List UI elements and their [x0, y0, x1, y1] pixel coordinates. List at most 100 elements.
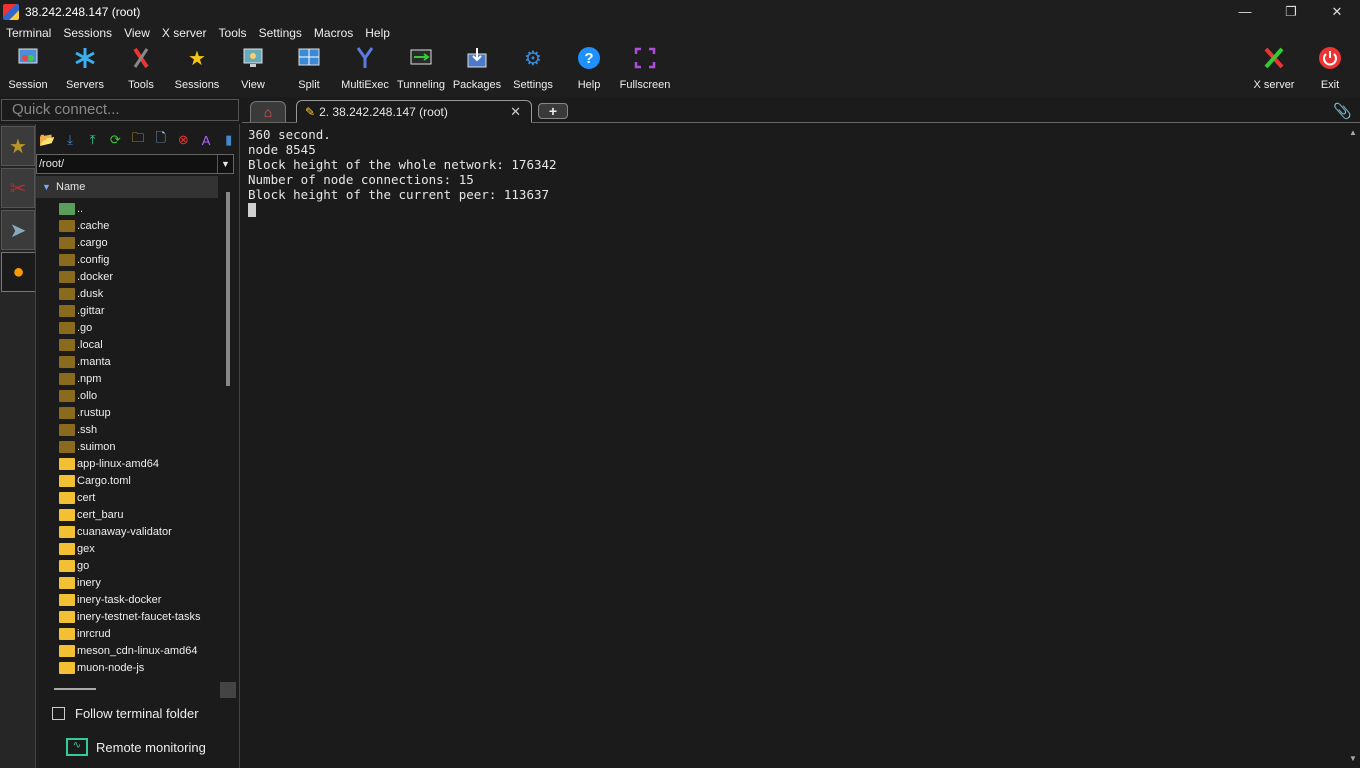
file-name: gex [77, 542, 95, 555]
delete-icon[interactable]: ⊗ [172, 132, 195, 148]
file-list-item[interactable]: .docker [36, 268, 218, 285]
remote-monitoring-button[interactable]: ∿ Remote monitoring [66, 738, 206, 756]
tunneling-button[interactable]: Tunneling [393, 45, 449, 91]
file-list-hscrollbar[interactable] [54, 688, 96, 690]
file-list-item[interactable]: Cargo.toml [36, 472, 218, 489]
file-list-item[interactable]: .manta [36, 353, 218, 370]
file-list-item[interactable]: inrcrud [36, 625, 218, 642]
file-list-item[interactable]: .go [36, 319, 218, 336]
file-list-scrollbar[interactable] [226, 192, 230, 386]
file-list-item[interactable]: .ssh [36, 421, 218, 438]
terminal-view[interactable]: 360 second. node 8545 Block height of th… [244, 124, 1346, 768]
follow-checkbox[interactable] [52, 707, 65, 720]
scroll-up-icon[interactable]: ▲ [1349, 128, 1357, 137]
chevron-down-icon[interactable]: ▼ [217, 155, 233, 173]
file-list-item[interactable]: .config [36, 251, 218, 268]
menu-macros[interactable]: Macros [308, 26, 359, 40]
help-button[interactable]: ? Help [561, 45, 617, 91]
file-list-item[interactable]: .rustup [36, 404, 218, 421]
folder-icon [59, 542, 75, 555]
file-list-item[interactable]: .cache [36, 217, 218, 234]
file-list-item[interactable]: .npm [36, 370, 218, 387]
help-icon: ? [576, 45, 602, 71]
menu-terminal[interactable]: Terminal [0, 26, 57, 40]
file-list-item[interactable]: inery-task-docker [36, 591, 218, 608]
sftp-icon: ● [12, 260, 25, 283]
file-list-item[interactable]: muon-node-js [36, 659, 218, 676]
packages-button[interactable]: Packages [449, 45, 505, 91]
split-button[interactable]: Split [281, 45, 337, 91]
tools-icon: ✂ [9, 177, 27, 200]
home-tab[interactable]: ⌂ [250, 101, 286, 122]
rename-icon[interactable]: A [195, 133, 218, 148]
menu-view[interactable]: View [118, 26, 156, 40]
close-button[interactable]: ✕ [1314, 0, 1360, 23]
file-list-item[interactable]: gex [36, 540, 218, 557]
sidebar-macros[interactable]: ➤ [1, 210, 35, 250]
file-list-item[interactable]: .. [36, 200, 218, 217]
view-button[interactable]: View [225, 45, 281, 91]
file-list-item[interactable]: .ollo [36, 387, 218, 404]
menu-settings[interactable]: Settings [253, 26, 308, 40]
scroll-down-icon[interactable]: ▼ [1349, 754, 1357, 763]
refresh-icon[interactable]: ⟳ [104, 132, 127, 148]
paperclip-icon[interactable]: 📎 [1333, 102, 1352, 120]
new-file-icon[interactable]: 🗋 [149, 129, 172, 151]
fullscreen-button[interactable]: Fullscreen [617, 45, 673, 91]
folder-icon [59, 576, 75, 589]
folder-icon [59, 389, 75, 402]
file-list-item[interactable]: go [36, 557, 218, 574]
file-list-item[interactable]: cert [36, 489, 218, 506]
file-list-item[interactable]: .dusk [36, 285, 218, 302]
session-button[interactable]: Session [0, 45, 56, 91]
exit-button[interactable]: Exit [1302, 45, 1358, 91]
session-tab-label: 2. 38.242.248.147 (root) [319, 104, 448, 119]
packages-icon [464, 45, 490, 71]
file-name: .gittar [77, 304, 105, 317]
folder-icon [59, 457, 75, 470]
menu-help[interactable]: Help [359, 26, 396, 40]
file-name: inrcrud [77, 627, 111, 640]
upload-icon[interactable]: ⤒ [81, 132, 104, 148]
maximize-button[interactable]: ❐ [1268, 0, 1314, 23]
file-list-item[interactable]: .suimon [36, 438, 218, 455]
follow-terminal-folder-option[interactable]: Follow terminal folder [52, 706, 199, 721]
quick-connect-input[interactable]: Quick connect... [1, 99, 239, 121]
sessions-button[interactable]: ★ Sessions [169, 45, 225, 92]
multiexec-button[interactable]: MultiExec [337, 45, 393, 91]
session-tab[interactable]: ✎ 2. 38.242.248.147 (root) ✕ [296, 100, 532, 123]
sidebar-sftp[interactable]: ● [1, 252, 35, 292]
file-list-item[interactable]: app-linux-amd64 [36, 455, 218, 472]
tools-button[interactable]: Tools [113, 45, 169, 91]
file-list-item[interactable]: .cargo [36, 234, 218, 251]
properties-icon[interactable]: ▮ [217, 132, 240, 148]
file-list-item[interactable]: cuanaway-validator [36, 523, 218, 540]
menu-sessions[interactable]: Sessions [57, 26, 118, 40]
name-column-header[interactable]: ▼ Name [36, 176, 218, 198]
tools-icon [128, 45, 154, 71]
star-icon: ★ [188, 47, 206, 70]
file-list-item[interactable]: meson_cdn-linux-amd64 [36, 642, 218, 659]
settings-button[interactable]: ⚙ Settings [505, 45, 561, 92]
upload-folder-icon[interactable]: 📂 [36, 132, 59, 148]
close-tab-icon[interactable]: ✕ [510, 104, 521, 120]
xserver-button[interactable]: X server [1246, 45, 1302, 91]
file-list-item[interactable]: inery-testnet-faucet-tasks [36, 608, 218, 625]
path-field[interactable]: /root/ ▼ [36, 154, 234, 174]
file-list-item[interactable]: cert_baru [36, 506, 218, 523]
menu-tools[interactable]: Tools [213, 26, 253, 40]
file-list-item[interactable]: .local [36, 336, 218, 353]
menu-xserver[interactable]: X server [156, 26, 213, 40]
folder-icon [59, 287, 75, 300]
main-toolbar: Session Servers Tools ★ Sessions View Sp… [0, 43, 1360, 97]
file-list-item[interactable]: .gittar [36, 302, 218, 319]
file-name: .cargo [77, 236, 108, 249]
sidebar-sessions[interactable]: ★ [1, 126, 35, 166]
servers-button[interactable]: Servers [57, 45, 113, 91]
sidebar-tools[interactable]: ✂ [1, 168, 35, 208]
new-tab-button[interactable]: + [538, 103, 568, 119]
minimize-button[interactable]: — [1222, 0, 1268, 23]
download-icon[interactable]: ⤓ [59, 132, 82, 148]
new-folder-icon[interactable]: 🗀 [127, 129, 150, 151]
file-list-item[interactable]: inery [36, 574, 218, 591]
